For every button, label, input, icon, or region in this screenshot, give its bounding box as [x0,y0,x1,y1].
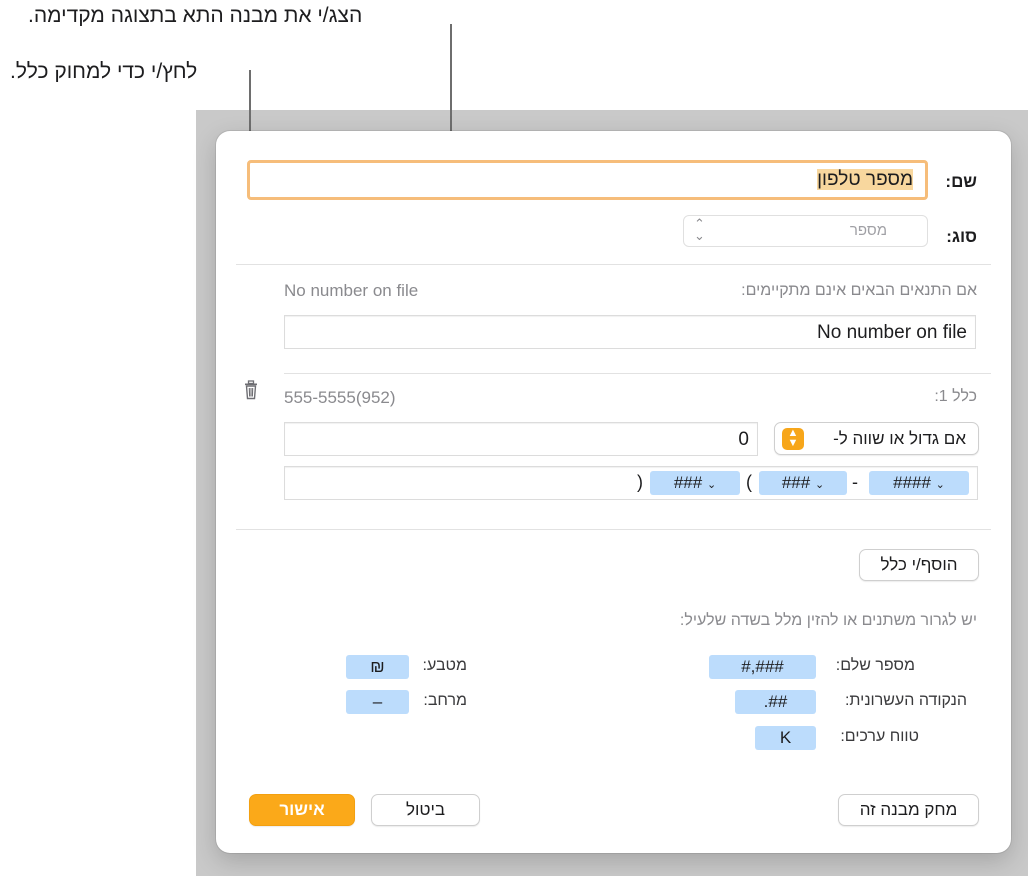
separator-3 [236,529,991,530]
otherwise-label: אם התנאים הבאים אינם מתקיימים: [741,282,977,299]
otherwise-text-field[interactable]: No number on file [284,315,976,349]
otherwise-preview: No number on file [284,281,419,300]
callout-preview-text: הצג/י את מבנה התא בתצוגה מקדימה. [28,4,363,27]
type-value: מספר [849,222,887,239]
chevron-down-icon: ⌄ [935,479,945,491]
custom-format-dialog: שם: מספר טלפון סוג: מספר ⌃ ⌄ אם התנאים הב… [216,131,1011,853]
token-text: ### [673,473,703,492]
separator-1 [236,264,991,265]
token-group-1[interactable]: #### ⌄ [869,471,969,495]
condition-value: 0 [738,429,749,450]
format-dash: - [852,472,858,492]
decimal-token[interactable]: .## [735,690,816,714]
condition-popup[interactable]: אם גדול או שווה ל- ▲ ▼ [774,422,979,455]
delete-format-button[interactable]: מחק מבנה זה [838,794,979,826]
hint-text: יש לגרור משתנים או להזין מלל בשדה שלעיל: [679,612,977,629]
space-label: מרחב: [423,692,467,709]
decimal-label: הנקודה העשרונית: [844,692,967,709]
chevron-updown-icon: ▲ ▼ [782,428,804,450]
type-popup[interactable]: מספר ⌃ ⌄ [683,215,928,247]
otherwise-value: No number on file [817,322,967,343]
currency-token[interactable]: ₪ [346,655,409,679]
callout-delete-text: לחץ/י כדי למחוק כלל. [10,60,198,83]
condition-text: אם גדול או שווה ל- [833,429,966,448]
format-field[interactable]: #### ⌄ - ### ⌄ ( ### ⌄ ) [284,466,978,500]
trash-icon[interactable] [242,379,260,401]
separator-2 [284,373,991,374]
format-paren-open: ( [746,472,752,492]
token-text: #### [893,473,931,492]
add-rule-button[interactable]: הוסף/י כלל [859,549,979,581]
ok-button[interactable]: אישור [249,794,355,826]
token-text: ### [781,473,811,492]
chevron-down-icon: ⌄ [814,479,825,491]
format-paren-close: ) [637,472,643,492]
rule-preview: 555-5555(952) [284,388,396,407]
space-token[interactable]: – [346,690,409,714]
rule-label: כלל 1: [934,388,977,405]
integer-token[interactable]: #,### [709,655,816,679]
name-label: שם: [945,172,977,191]
cancel-button[interactable]: ביטול [371,794,480,826]
scale-token[interactable]: K [755,726,816,750]
chevron-updown-icon: ⌃ ⌄ [694,216,705,243]
token-group-2[interactable]: ### ⌄ [759,471,847,495]
name-value: מספר טלפון [817,169,913,190]
token-group-3[interactable]: ### ⌄ [650,471,740,495]
type-label: סוג: [946,227,977,246]
condition-value-field[interactable]: 0 [284,422,758,456]
name-field[interactable]: מספר טלפון [247,160,928,200]
scale-label: טווח ערכים: [840,728,919,745]
currency-label: מטבע: [422,657,467,674]
chevron-down-icon: ⌄ [706,479,717,491]
integer-label: מספר שלם: [835,657,915,674]
